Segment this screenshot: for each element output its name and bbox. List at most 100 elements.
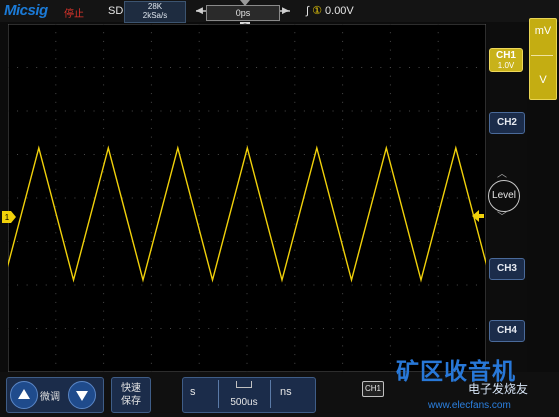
grid-dot [227, 328, 229, 329]
grid-dot [150, 267, 152, 269]
timebase-seconds-button[interactable]: s [190, 386, 196, 398]
ch1-offset-marker[interactable]: 1 [2, 210, 16, 223]
grid-dot [466, 67, 468, 68]
grid-dot [466, 328, 468, 329]
grid-dot [103, 32, 105, 34]
grid-dot [389, 136, 391, 138]
grid-dot [342, 136, 344, 138]
grid-dot [93, 328, 95, 329]
ch2-button[interactable]: CH2 [489, 112, 525, 134]
grid-dot [437, 110, 439, 112]
unit-v-option[interactable]: V [529, 74, 557, 86]
grid-dot [112, 110, 114, 112]
grid-dot [389, 223, 391, 225]
grid-dot [208, 67, 210, 68]
trigger-info[interactable]: ∫ ① 0.00V [306, 4, 354, 17]
acquisition-mode-label[interactable]: SD [108, 5, 123, 17]
timebase-nanoseconds-button[interactable]: ns [280, 386, 292, 398]
grid-dot [370, 154, 372, 155]
grid-dot [26, 284, 28, 286]
grid-dot [103, 354, 105, 356]
grid-dot [55, 197, 57, 199]
decrease-button[interactable] [68, 381, 96, 409]
grid-dot [256, 110, 258, 112]
grid-dot [361, 284, 363, 286]
chevron-right-icon[interactable]: ▶ [282, 5, 289, 16]
ch1-scale: 1.0V [497, 61, 515, 70]
grid-dot [294, 301, 296, 303]
grid-dot [389, 188, 391, 190]
ch4-button[interactable]: CH4 [489, 320, 525, 342]
grid-dot [150, 93, 152, 95]
run-state-label[interactable]: 停止 [64, 5, 84, 20]
grid-dot [322, 154, 324, 155]
unit-mv-option[interactable]: mV [529, 25, 557, 37]
grid-dot [294, 249, 296, 251]
chevron-left-icon[interactable]: ◀ [196, 5, 203, 16]
grid-dot [55, 293, 57, 295]
grid-dot [389, 40, 391, 42]
grid-dot [256, 154, 258, 155]
grid-dot [380, 328, 382, 329]
grid-dot [150, 24, 152, 25]
grid-dot [103, 319, 105, 321]
grid-dot [103, 249, 105, 251]
grid-dot [26, 154, 28, 155]
grid-dot [141, 67, 143, 68]
grid-dot [55, 93, 57, 95]
grid-dot [103, 310, 105, 312]
grid-dot [246, 214, 248, 216]
grid-dot [342, 93, 344, 95]
grid-dot [256, 241, 258, 242]
grid-dot [55, 223, 57, 225]
grid-dot [246, 301, 248, 303]
grid-dot [294, 336, 296, 338]
grid-dot [303, 241, 305, 242]
grid-dot [131, 197, 133, 199]
grid-dot [179, 284, 181, 286]
grid-dot [294, 223, 296, 225]
grid-dot [198, 110, 200, 112]
grid-dot [342, 75, 344, 77]
grid-dot [198, 84, 200, 86]
grid-dot [332, 284, 334, 286]
grid-dot [55, 154, 57, 155]
grid-dot [294, 67, 296, 68]
timebase-value[interactable]: 500us [222, 397, 266, 408]
grid-dot [112, 328, 114, 329]
grid-dot [389, 93, 391, 95]
chevron-down-icon[interactable]: ﹀ [497, 208, 507, 223]
grid-dot [409, 197, 411, 199]
grid-dot [150, 180, 152, 182]
grid-dot [389, 75, 391, 77]
grid-dot [389, 336, 391, 338]
active-channel-tag[interactable]: CH1 [362, 381, 384, 397]
unit-divider [531, 55, 553, 56]
waveform-display[interactable] [8, 24, 486, 372]
grid-dot [17, 197, 19, 199]
grid-dot [64, 284, 66, 286]
ch3-button[interactable]: CH3 [489, 258, 525, 280]
grid-dot [150, 32, 152, 34]
grid-dot [265, 241, 267, 242]
grid-dot [447, 154, 449, 155]
quick-save-button[interactable]: 快速 保存 [111, 377, 151, 413]
increase-button[interactable] [10, 381, 38, 409]
grid-dot [217, 197, 219, 199]
grid-dot [294, 162, 296, 164]
chevron-up-icon[interactable]: ︿ [497, 165, 507, 180]
grid-dot [74, 154, 76, 155]
trigger-level-arrow-icon[interactable] [472, 210, 484, 222]
grid-dot [64, 197, 66, 199]
grid-dot [17, 110, 19, 112]
grid-dot [437, 275, 439, 277]
grid-dot [103, 75, 105, 77]
grid-dot [103, 284, 105, 286]
grid-dot [342, 206, 344, 208]
grid-dot [198, 301, 200, 303]
ch1-button[interactable]: CH1 1.0V [489, 48, 523, 72]
memory-sample-rate-box[interactable]: 28K 2kSa/s [124, 1, 186, 23]
grid-dot [437, 180, 439, 182]
grid-dot [322, 197, 324, 199]
grid-dot [342, 223, 344, 225]
